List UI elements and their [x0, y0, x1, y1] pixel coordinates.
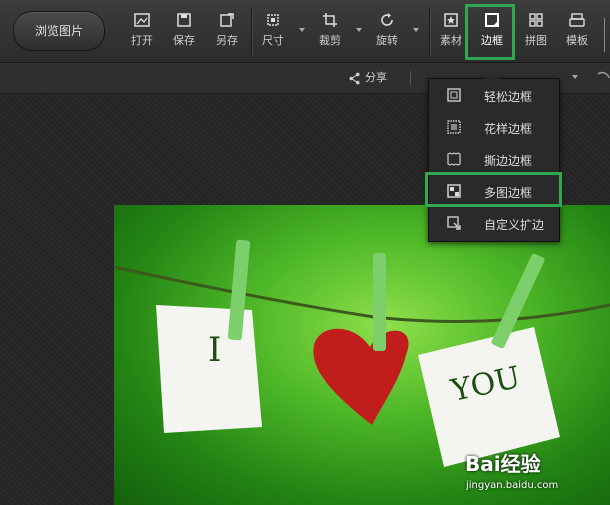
menu-item-label: 轻松边框 [484, 90, 533, 104]
collage-label: 拼图 [525, 34, 547, 47]
rotate-label: 旋转 [376, 34, 398, 47]
crop-button[interactable]: 裁剪 [314, 12, 346, 56]
torn-frame-icon [447, 152, 461, 166]
menu-item-torn-frame[interactable]: 撕边边框 [429, 144, 559, 175]
image-open-icon [134, 13, 150, 27]
rotate-dropdown-caret-icon[interactable] [413, 28, 419, 32]
share-label: 分享 [365, 71, 387, 84]
undo-icon[interactable] [594, 70, 610, 86]
crop-label: 裁剪 [319, 34, 341, 47]
open-label: 打开 [131, 34, 153, 47]
watermark-brand: Bai经验 [465, 452, 541, 476]
menu-item-label: 自定义扩边 [484, 218, 545, 232]
save-as-icon [220, 13, 234, 27]
save-as-button[interactable]: 另存 [211, 12, 243, 56]
custom-expand-icon [447, 216, 461, 230]
save-as-label: 另存 [216, 34, 238, 47]
save-button[interactable]: 保存 [168, 12, 200, 56]
resize-dropdown-caret-icon[interactable] [299, 28, 305, 32]
toolbar-separator [429, 8, 430, 56]
sticker-label: 素材 [440, 34, 462, 47]
right-note [418, 253, 560, 467]
pattern-frame-icon [447, 120, 461, 134]
watermark-url: jingyan.baidu.com [466, 480, 559, 491]
subbar-separator [410, 71, 411, 85]
menu-item-pattern-frame[interactable]: 花样边框 [429, 112, 559, 143]
collage-icon [529, 13, 543, 27]
browse-images-button[interactable]: 浏览图片 [13, 11, 105, 51]
frame-dropdown-menu: 轻松边框 花样边框 撕边边框 多图边框 自定义扩边 [428, 72, 560, 242]
toolbar-separator [251, 8, 252, 56]
collage-button[interactable]: 拼图 [520, 12, 552, 56]
template-icon [569, 13, 585, 27]
share-button[interactable]: 分享 [348, 69, 387, 85]
heart [313, 253, 409, 425]
sticker-button[interactable]: 素材 [435, 12, 467, 56]
open-button[interactable]: 打开 [126, 12, 158, 56]
multi-image-frame-highlight [425, 172, 562, 207]
share-icon [349, 72, 360, 84]
note-left-text: I [208, 330, 222, 370]
menu-item-custom-expand[interactable]: 自定义扩边 [429, 208, 559, 239]
menu-item-label: 花样边框 [484, 122, 533, 136]
sticker-icon [444, 13, 458, 27]
rotate-button[interactable]: 旋转 [371, 12, 403, 56]
save-label: 保存 [173, 34, 195, 47]
rotate-icon [381, 13, 393, 26]
frame-button-highlight [465, 4, 515, 60]
template-button[interactable]: 模板 [561, 12, 593, 56]
subbar-dropdown-caret-icon[interactable] [572, 75, 578, 79]
crop-dropdown-caret-icon[interactable] [356, 28, 362, 32]
toolbar-overflow-edge [604, 18, 610, 52]
menu-item-easy-frame[interactable]: 轻松边框 [429, 80, 559, 111]
crop-icon [323, 13, 337, 27]
resize-button[interactable]: 尺寸 [257, 12, 289, 56]
template-label: 模板 [566, 34, 588, 47]
menu-item-label: 撕边边框 [484, 154, 533, 168]
save-icon [177, 13, 191, 27]
easy-frame-icon [447, 88, 461, 102]
main-toolbar: 浏览图片 打开 保存 另存 尺寸 裁剪 旋转 素材 边框 拼图 模板 [0, 0, 610, 63]
resize-icon [267, 14, 279, 26]
resize-label: 尺寸 [262, 34, 284, 47]
